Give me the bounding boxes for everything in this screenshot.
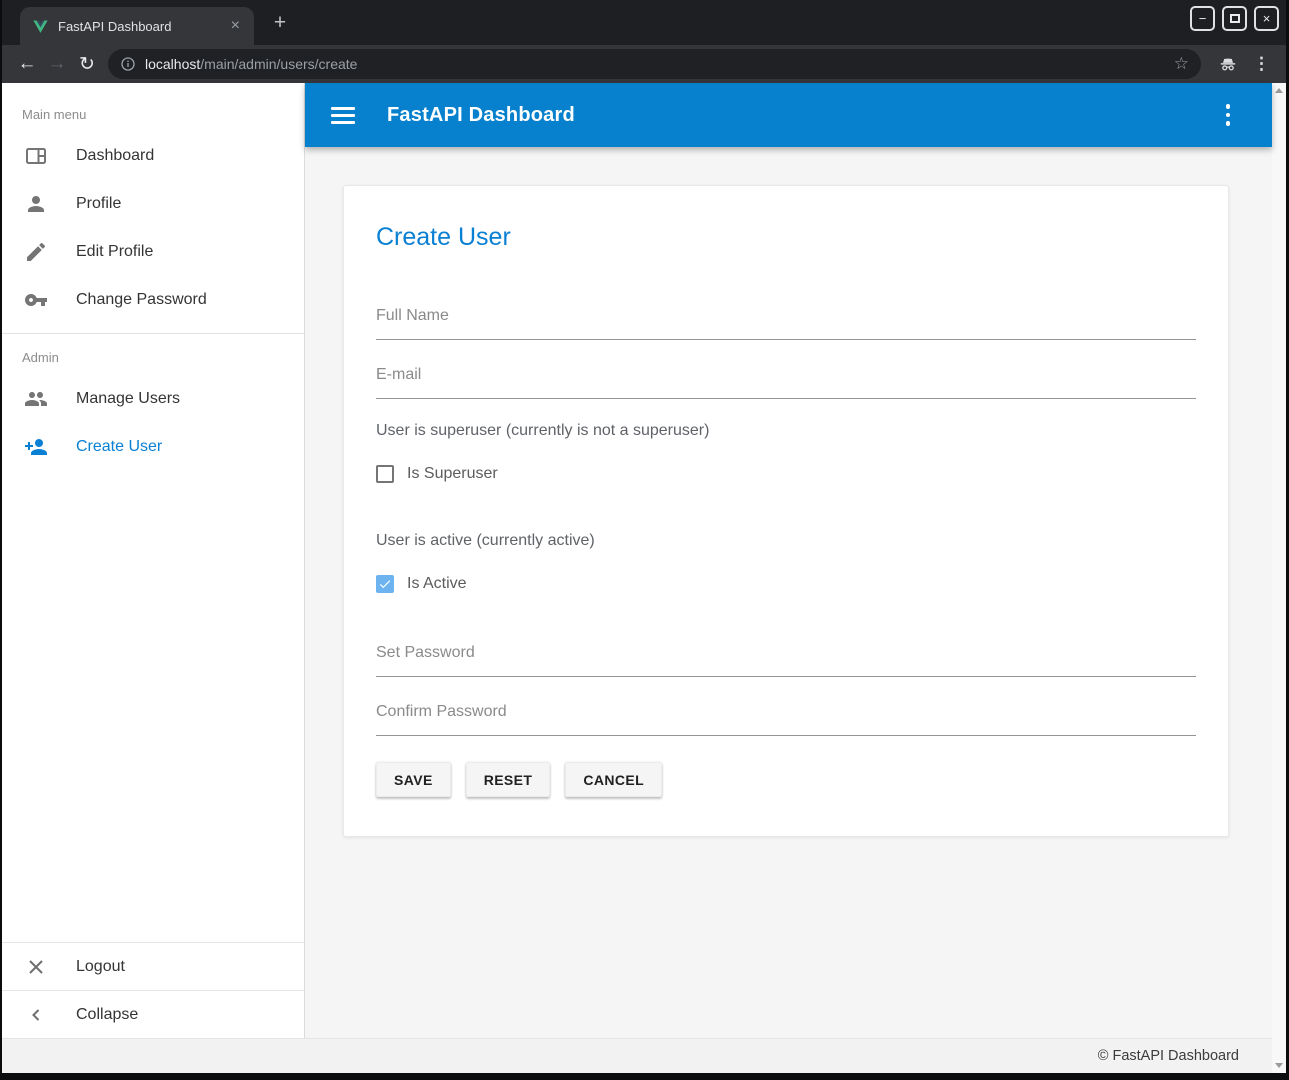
chevron-left-icon [24, 1003, 48, 1027]
dashboard-icon [24, 144, 48, 168]
hamburger-menu-icon[interactable] [331, 107, 355, 124]
sidebar-item-label: Edit Profile [76, 243, 153, 261]
sidebar-section-main: Main menu [2, 83, 304, 132]
back-icon[interactable]: ← [12, 53, 42, 75]
appbar-overflow-menu-icon[interactable] [1226, 104, 1231, 126]
form-buttons: SAVE RESET CANCEL [376, 762, 1196, 797]
window-minimize-button[interactable]: − [1190, 6, 1215, 31]
cancel-button[interactable]: CANCEL [565, 762, 662, 797]
bookmark-star-icon[interactable]: ☆ [1174, 54, 1189, 74]
is-active-label: Is Active [407, 575, 467, 593]
close-x-icon [24, 955, 48, 979]
scroll-down-icon[interactable] [1275, 1063, 1283, 1068]
sidebar-item-dashboard[interactable]: Dashboard [2, 132, 304, 180]
browser-toolbar: ← → ↻ localhost/main/admin/users/create … [2, 45, 1286, 83]
sidebar-item-label: Change Password [76, 291, 207, 309]
sidebar-item-logout[interactable]: Logout [2, 942, 304, 990]
reset-button[interactable]: RESET [466, 762, 551, 797]
window-close-button[interactable]: × [1254, 6, 1279, 31]
forward-icon[interactable]: → [42, 53, 72, 75]
set-password-field-wrap [376, 644, 1196, 677]
url-path: /main/admin/users/create [200, 56, 357, 72]
sidebar-item-label: Dashboard [76, 147, 154, 165]
tab-strip: FastAPI Dashboard × + − × [2, 0, 1286, 45]
is-superuser-label: Is Superuser [407, 465, 498, 483]
page-footer: © FastAPI Dashboard [2, 1038, 1272, 1073]
sidebar-item-label: Profile [76, 195, 121, 213]
check-icon [378, 576, 392, 592]
app-title: FastAPI Dashboard [387, 104, 575, 127]
confirm-password-field-wrap [376, 703, 1196, 736]
sidebar: Main menu Dashboard Profile [2, 83, 305, 1038]
sidebar-item-profile[interactable]: Profile [2, 180, 304, 228]
person-add-icon [24, 435, 48, 459]
maximize-icon [1230, 14, 1240, 23]
key-icon [24, 288, 48, 312]
group-icon [24, 387, 48, 411]
email-input[interactable] [376, 366, 1196, 399]
create-user-card: Create User User is superuser (currently… [343, 185, 1229, 837]
vue-favicon-icon [32, 18, 49, 35]
reload-icon[interactable]: ↻ [72, 53, 102, 76]
new-tab-button[interactable]: + [266, 12, 294, 33]
page-content: Create User User is superuser (currently… [305, 147, 1272, 1038]
url-host: localhost [145, 56, 200, 72]
copyright-text: © FastAPI Dashboard [1098, 1048, 1239, 1064]
page-info-icon[interactable] [120, 56, 136, 72]
browser-menu-icon[interactable]: ⋮ [1253, 54, 1270, 74]
sidebar-item-label: Create User [76, 438, 162, 456]
full-name-input[interactable] [376, 307, 1196, 340]
page-scrollbar[interactable] [1272, 83, 1286, 1073]
scroll-up-icon[interactable] [1275, 88, 1283, 93]
confirm-password-input[interactable] [376, 703, 1196, 736]
page-title: Create User [376, 222, 1196, 252]
sidebar-item-manage-users[interactable]: Manage Users [2, 375, 304, 423]
window-maximize-button[interactable] [1222, 6, 1247, 31]
save-button[interactable]: SAVE [376, 762, 451, 797]
sidebar-item-label: Collapse [76, 1006, 138, 1024]
email-field-wrap [376, 366, 1196, 399]
incognito-icon [1218, 54, 1238, 74]
app-bar: FastAPI Dashboard [305, 83, 1272, 147]
sidebar-item-label: Logout [76, 958, 125, 976]
sidebar-item-edit-profile[interactable]: Edit Profile [2, 228, 304, 276]
sidebar-item-collapse[interactable]: Collapse [2, 990, 304, 1038]
person-icon [24, 192, 48, 216]
main-area: FastAPI Dashboard Create User [305, 83, 1272, 1038]
browser-tab[interactable]: FastAPI Dashboard × [20, 7, 254, 45]
is-superuser-checkbox-row[interactable]: Is Superuser [376, 465, 1196, 483]
sidebar-item-change-password[interactable]: Change Password [2, 276, 304, 324]
is-superuser-checkbox[interactable] [376, 465, 394, 483]
full-name-field-wrap [376, 307, 1196, 340]
address-bar[interactable]: localhost/main/admin/users/create ☆ [108, 49, 1201, 79]
tab-close-icon[interactable]: × [227, 17, 244, 35]
pencil-icon [24, 240, 48, 264]
sidebar-section-admin: Admin [2, 334, 304, 375]
tab-title: FastAPI Dashboard [58, 19, 227, 34]
sidebar-item-create-user[interactable]: Create User [2, 423, 304, 471]
browser-window: FastAPI Dashboard × + − × ← → ↻ localhos… [2, 0, 1286, 1073]
is-active-checkbox-row[interactable]: Is Active [376, 575, 1196, 593]
set-password-input[interactable] [376, 644, 1196, 677]
active-note: User is active (currently active) [376, 532, 1196, 550]
superuser-note: User is superuser (currently is not a su… [376, 422, 1196, 440]
is-active-checkbox[interactable] [376, 575, 394, 593]
sidebar-item-label: Manage Users [76, 390, 180, 408]
